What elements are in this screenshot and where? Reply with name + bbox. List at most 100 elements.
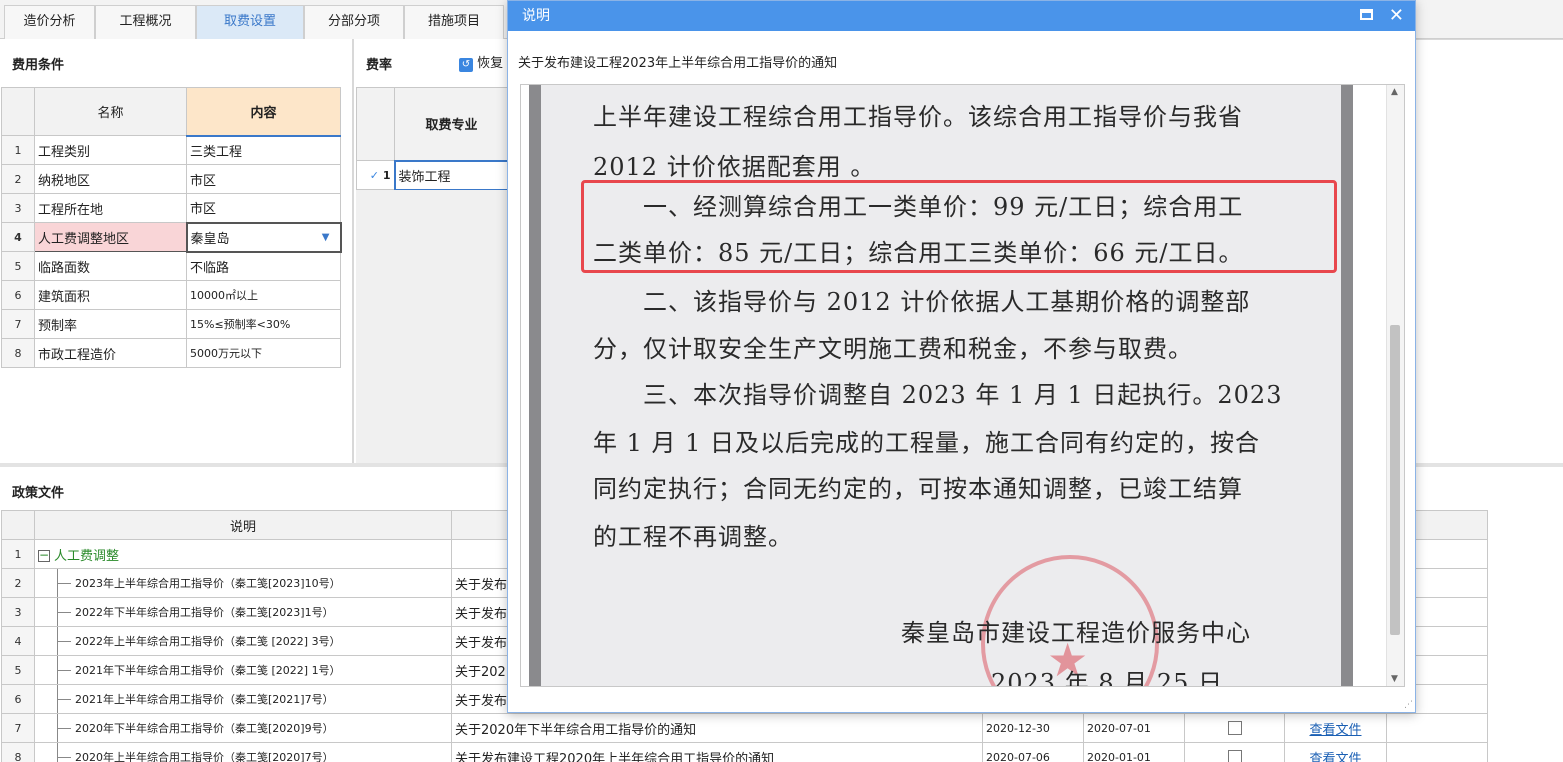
cell-value[interactable]: 市区 <box>186 193 341 223</box>
view-file-link[interactable]: 查看文件 <box>1284 713 1387 743</box>
doc-line: 分，仅计取安全生产文明施工费和税金，不参与取费。 <box>593 335 1193 363</box>
cell-name: 建筑面积 <box>34 280 187 310</box>
cell-value[interactable]: 装饰工程 <box>393 159 510 191</box>
dialog-subtitle: 关于发布建设工程2023年上半年综合用工指导价的通知 <box>518 56 838 71</box>
row-number: ✓ 1 <box>356 160 395 190</box>
corner-cell <box>1 510 35 540</box>
header-fee-discipline: 取费专业 <box>394 87 509 161</box>
scroll-up-icon[interactable]: ▲ <box>1391 87 1398 97</box>
table-row-selected[interactable]: 4 人工费调整地区 秦皇岛 ▼ <box>1 221 342 253</box>
table-row[interactable]: 7 2020年下半年综合用工指导价（秦工笺[2020]9号） 关于2020年下半… <box>1 713 1488 743</box>
corner-cell <box>1 87 35 136</box>
cell-value[interactable]: 市区 <box>186 164 341 194</box>
policy-title: 政策文件 <box>12 486 65 501</box>
header-content: 内容 <box>186 87 341 137</box>
resize-grip-icon[interactable]: ⋰ <box>1404 700 1413 710</box>
row-number: 3 <box>1 597 35 627</box>
policy-item-title: 2023年上半年综合用工指导价（秦工笺[2023]10号） <box>75 577 341 590</box>
policy-item-title: 2021年下半年综合用工指导价（秦工笺 [2022] 1号） <box>75 664 341 677</box>
release-date: 2020-07-06 <box>982 742 1084 762</box>
group-label: 人工费调整 <box>54 548 120 564</box>
table-row[interactable]: 8 2020年上半年综合用工指导价（秦工笺[2020]7号） 关于发布建设工程2… <box>1 742 1488 762</box>
policy-item-title: 2020年上半年综合用工指导价（秦工笺[2020]7号） <box>75 751 334 762</box>
tab-measures[interactable]: 措施项目 <box>404 5 504 39</box>
restore-button[interactable]: ↺ 恢复 <box>459 52 503 72</box>
cell-value[interactable]: 不临路 <box>186 251 341 281</box>
row-number: 6 <box>1 684 35 714</box>
row-number: 6 <box>1 280 35 310</box>
region-dropdown[interactable]: 秦皇岛 ▼ <box>185 221 342 253</box>
cell-name: 工程所在地 <box>34 193 187 223</box>
corner-cell <box>356 87 395 161</box>
row-number: 1 <box>1 135 35 165</box>
cell-value[interactable]: 5000万元以下 <box>186 338 341 368</box>
row-number: 4 <box>1 626 35 656</box>
cell-value[interactable]: 10000㎡以上 <box>186 280 341 310</box>
doc-line: 上半年建设工程综合用工指导价。该综合用工指导价与我省 <box>593 103 1243 131</box>
restore-icon: ↺ <box>459 58 473 72</box>
row-number: 7 <box>1 309 35 339</box>
scroll-down-icon[interactable]: ▼ <box>1391 674 1398 684</box>
cell-name: 预制率 <box>34 309 187 339</box>
table-row[interactable]: 7 预制率 15%≤预制率<30% <box>1 309 341 339</box>
tab-project-overview[interactable]: 工程概况 <box>95 5 196 39</box>
cell-value[interactable]: 三类工程 <box>186 135 341 165</box>
table-row[interactable]: 5 临路面数 不临路 <box>1 251 341 281</box>
document-viewer[interactable]: 上半年建设工程综合用工指导价。该综合用工指导价与我省 2012 计价依据配套用 … <box>520 84 1405 687</box>
row-number: 3 <box>1 193 35 223</box>
cell-name: 人工费调整地区 <box>34 222 187 252</box>
doc-date: 2023 年 8 月 25 日 <box>991 669 1224 687</box>
row-number: 8 <box>1 338 35 368</box>
highlight-box <box>581 180 1337 273</box>
doc-line: 2012 计价依据配套用 。 <box>593 153 876 181</box>
row-number: 2 <box>1 164 35 194</box>
tab-cost-analysis[interactable]: 造价分析 <box>4 5 95 39</box>
dropdown-value: 秦皇岛 <box>190 231 230 247</box>
cell-name: 市政工程造价 <box>34 338 187 368</box>
header-name: 名称 <box>34 87 187 136</box>
policy-item-title: 2021年上半年综合用工指导价（秦工笺[2021]7号） <box>75 693 334 706</box>
document-page: 上半年建设工程综合用工指导价。该综合用工指导价与我省 2012 计价依据配套用 … <box>541 85 1341 687</box>
dialog-titlebar[interactable]: 说明 <box>508 1 1415 31</box>
table-row[interactable]: 6 建筑面积 10000㎡以上 <box>1 280 341 310</box>
view-file-link[interactable]: 查看文件 <box>1284 742 1387 762</box>
fee-conditions-table: 名称 内容 1 工程类别 三类工程 2 纳税地区 市区 3 工程所在地 市区 4 人工费调整… <box>1 87 342 368</box>
policy-item-title: 2022年下半年综合用工指导价（秦工笺[2023]1号） <box>75 606 334 619</box>
table-row[interactable]: 1 工程类别 三类工程 <box>1 135 341 165</box>
table-row[interactable]: ✓ 1 装饰工程 <box>356 159 510 191</box>
chevron-down-icon[interactable]: ▼ <box>322 225 330 250</box>
rates-empty-area <box>356 190 508 463</box>
cell-value[interactable]: 15%≤预制率<30% <box>186 309 341 339</box>
rates-table: 取费专业 ✓ 1 装饰工程 <box>356 87 510 191</box>
right-panel <box>1416 39 1563 463</box>
table-row[interactable]: 3 工程所在地 市区 <box>1 193 341 223</box>
doc-signature: 秦皇岛市建设工程造价服务中心 <box>901 619 1251 647</box>
document-photo: 上半年建设工程综合用工指导价。该综合用工指导价与我省 2012 计价依据配套用 … <box>529 85 1353 687</box>
effective-date: 2020-07-01 <box>1083 713 1185 743</box>
effective-date: 2020-01-01 <box>1083 742 1185 762</box>
doc-line: 的工程不再调整。 <box>593 523 793 551</box>
table-row[interactable]: 8 市政工程造价 5000万元以下 <box>1 338 341 368</box>
row-number: 1 <box>1 539 35 569</box>
rates-title: 费率 <box>366 58 393 73</box>
doc-line: 同约定执行；合同无约定的，可按本通知调整，已竣工结算 <box>593 475 1243 503</box>
maximize-icon[interactable] <box>1360 9 1373 20</box>
row-number: 4 <box>1 222 35 252</box>
table-row[interactable]: 2 纳税地区 市区 <box>1 164 341 194</box>
panel-splitter[interactable] <box>352 39 354 463</box>
collapse-icon[interactable]: − <box>38 549 50 562</box>
scroll-thumb[interactable] <box>1390 325 1400 635</box>
close-icon[interactable]: ✕ <box>1389 3 1404 29</box>
checkbox[interactable] <box>1227 750 1242 762</box>
vertical-scrollbar[interactable]: ▲ ▼ <box>1386 85 1404 686</box>
cell-name: 纳税地区 <box>34 164 187 194</box>
cell-name: 工程类别 <box>34 135 187 165</box>
check-icon: ✓ <box>369 168 379 182</box>
cell-name: 临路面数 <box>34 251 187 281</box>
row-number: 5 <box>1 655 35 685</box>
tab-sub-items[interactable]: 分部分项 <box>304 5 404 39</box>
checkbox[interactable] <box>1227 721 1242 735</box>
dialog-title: 说明 <box>522 8 550 24</box>
tab-fee-settings[interactable]: 取费设置 <box>196 5 304 39</box>
row-number: 7 <box>1 713 35 743</box>
